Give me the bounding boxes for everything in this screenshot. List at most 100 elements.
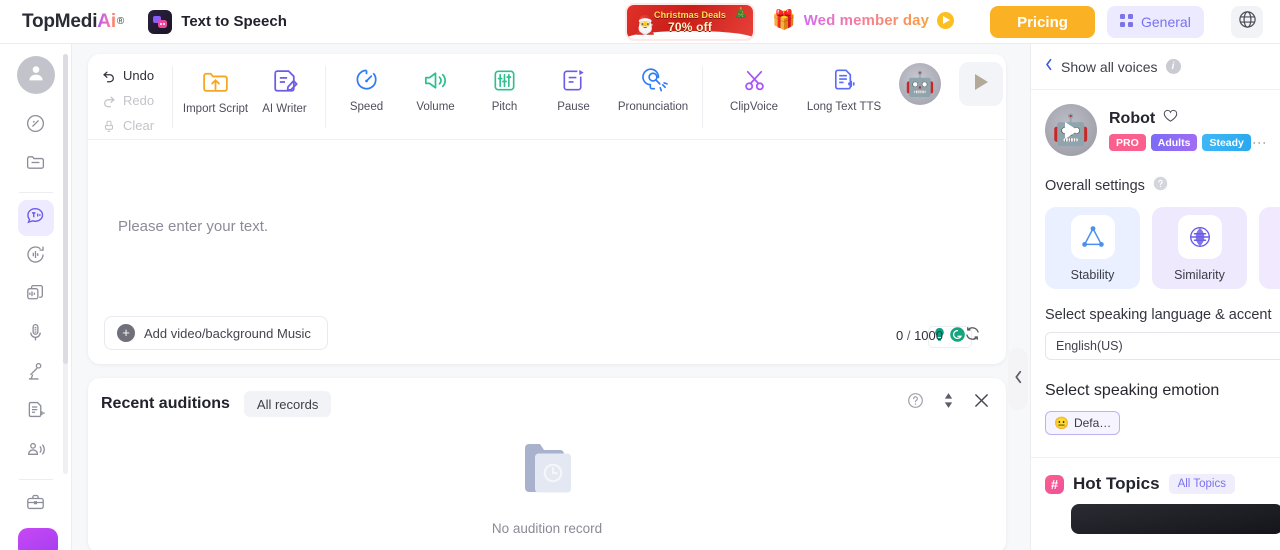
sidebar-item-text-to-speech[interactable] bbox=[17, 200, 54, 236]
history-group: Undo Redo Clear bbox=[88, 60, 172, 138]
sidebar-item-speech-translate[interactable] bbox=[18, 434, 54, 470]
language-select[interactable]: English(US) bbox=[1045, 332, 1280, 360]
redo-button[interactable]: Redo bbox=[102, 88, 172, 113]
product-name-label: Text to Speech bbox=[181, 13, 287, 30]
text-to-speech-icon bbox=[25, 205, 46, 231]
sidebar-item-voice-changer[interactable] bbox=[18, 239, 54, 275]
setting-similarity[interactable]: Similarity bbox=[1152, 207, 1247, 289]
sidebar-item-files[interactable] bbox=[18, 147, 54, 183]
tool-import-script[interactable]: Import Script bbox=[181, 60, 250, 116]
char-separator: / bbox=[906, 328, 911, 343]
editor-card: Undo Redo Clear Import Script AI Writer … bbox=[88, 54, 1006, 364]
language-label: Select speaking language & accent bbox=[1045, 307, 1272, 323]
sidebar-item-account[interactable] bbox=[16, 56, 55, 94]
tool-pronunciation-label: Pronunciation bbox=[617, 101, 689, 113]
all-records-button[interactable]: All records bbox=[243, 391, 332, 417]
hot-topics-header: # Hot Topics All Topics bbox=[1031, 458, 1280, 494]
sidebar-divider-2 bbox=[18, 479, 53, 480]
tool-volume[interactable]: Volume bbox=[401, 60, 470, 114]
undo-label: Undo bbox=[123, 68, 155, 83]
add-background-music-button[interactable]: + Add video/background Music bbox=[104, 316, 328, 350]
product-title: Text to Speech bbox=[148, 9, 287, 34]
heart-icon[interactable] bbox=[1163, 109, 1178, 128]
selected-voice-avatar[interactable]: 🤖 bbox=[899, 63, 941, 105]
info-icon[interactable]: i bbox=[1165, 59, 1181, 74]
tool-clipvoice[interactable]: ClipVoice bbox=[709, 60, 799, 114]
sidebar-item-business[interactable] bbox=[18, 487, 54, 523]
tool-speed[interactable]: Speed bbox=[332, 60, 401, 114]
tool-long-text-tts[interactable]: Long Text TTS bbox=[799, 60, 889, 114]
emotion-chip[interactable]: 😐 Defa… bbox=[1045, 411, 1121, 435]
sidebar-scrollbar[interactable] bbox=[63, 54, 68, 474]
top-bar: TopMedi Ai ® Text to Speech 🎅 🎄 Christmas … bbox=[0, 0, 1280, 44]
setting-exaggeration[interactable]: Exagg bbox=[1259, 207, 1280, 289]
tool-ai-writer-label: AI Writer bbox=[262, 103, 307, 115]
preview-play-button[interactable] bbox=[959, 62, 1003, 106]
all-topics-button[interactable]: All Topics bbox=[1168, 474, 1235, 494]
sidebar-item-voice-cloning[interactable] bbox=[18, 278, 54, 314]
hot-topic-card[interactable] bbox=[1071, 504, 1280, 534]
app-root: TopMedi Ai ® Text to Speech 🎅 🎄 Christmas … bbox=[0, 0, 1280, 550]
member-day-play-icon[interactable] bbox=[937, 11, 955, 29]
voice-name: Robot bbox=[1109, 109, 1156, 127]
tool-pause[interactable]: Pause bbox=[539, 60, 608, 114]
clear-label: Clear bbox=[123, 118, 155, 133]
tool-long-text-tts-label: Long Text TTS bbox=[806, 101, 882, 113]
right-panel: Show all voices i 🤖 Robot bbox=[1030, 44, 1280, 550]
tag-steady: Steady bbox=[1202, 134, 1251, 151]
show-all-voices-button[interactable]: Show all voices i bbox=[1031, 44, 1280, 90]
member-day-banner[interactable]: 🎁 Wed member day bbox=[772, 8, 955, 32]
emotion-emoji-icon: 😐 bbox=[1054, 416, 1069, 430]
tool-import-script-label: Import Script bbox=[182, 103, 249, 115]
tool-pitch[interactable]: Pitch bbox=[470, 60, 539, 114]
stability-triangle-icon bbox=[1070, 214, 1115, 259]
brand-name: TopMedi bbox=[22, 10, 98, 32]
tool-volume-label: Volume bbox=[416, 101, 455, 113]
sidebar-item-ai-voice-recorder[interactable] bbox=[18, 317, 54, 353]
toolbar-divider-2 bbox=[325, 66, 326, 128]
voice-tags: PRO Adults Steady ⋮ bbox=[1109, 134, 1268, 151]
tool-ai-writer[interactable]: AI Writer bbox=[250, 60, 319, 116]
compass-icon bbox=[25, 113, 46, 139]
christmas-promo-banner[interactable]: 🎅 🎄 Christmas Deals 70% off bbox=[627, 5, 753, 39]
clear-button[interactable]: Clear bbox=[102, 113, 172, 138]
overall-settings-label: Overall settings bbox=[1045, 177, 1145, 194]
toolbar-divider-3 bbox=[702, 66, 703, 128]
text-input-area[interactable]: Please enter your text. + Add video/back… bbox=[88, 140, 1006, 364]
tool-pronunciation[interactable]: Pronunciation bbox=[608, 60, 698, 114]
refresh-button[interactable] bbox=[964, 325, 981, 347]
tts-app-icon bbox=[148, 9, 173, 34]
similarity-circle-icon bbox=[1177, 214, 1222, 259]
language-globe-button[interactable] bbox=[1231, 6, 1263, 38]
sidebar-item-ai-singing[interactable] bbox=[18, 356, 54, 392]
folder-icon bbox=[25, 152, 46, 178]
panel-collapse-handle[interactable] bbox=[1008, 348, 1028, 410]
question-circle-icon[interactable] bbox=[907, 392, 924, 414]
brand-logo[interactable]: TopMedi Ai ® bbox=[22, 11, 124, 33]
tool-pause-label: Pause bbox=[557, 101, 590, 113]
character-counter: 0 / 1000 bbox=[896, 328, 943, 343]
question-circle-icon[interactable] bbox=[1153, 176, 1168, 195]
overall-settings-header: Overall settings bbox=[1031, 168, 1280, 195]
overall-settings-row: Stability Similarity bbox=[1031, 195, 1280, 289]
sidebar-promo-pill[interactable] bbox=[18, 528, 58, 550]
pricing-button[interactable]: Pricing bbox=[990, 6, 1095, 38]
sidebar-item-explore[interactable] bbox=[18, 108, 54, 144]
tree-icon: 🎄 bbox=[734, 8, 748, 20]
sort-updown-icon[interactable] bbox=[943, 392, 954, 414]
voice-avatar[interactable]: 🤖 bbox=[1045, 104, 1097, 156]
show-all-voices-label: Show all voices bbox=[1061, 58, 1158, 75]
kebab-menu-icon[interactable]: ⋮ bbox=[1252, 136, 1268, 150]
mic-stand-icon bbox=[25, 361, 46, 387]
sidebar-item-transcription[interactable] bbox=[18, 395, 54, 431]
voice-meta: Robot PRO Adults Steady ⋮ bbox=[1109, 109, 1268, 151]
redo-label: Redo bbox=[123, 93, 155, 108]
close-icon[interactable] bbox=[973, 392, 990, 414]
setting-stability[interactable]: Stability bbox=[1045, 207, 1140, 289]
undo-button[interactable]: Undo bbox=[102, 63, 172, 88]
empty-state: No audition record bbox=[88, 436, 1006, 536]
sidebar-divider-1 bbox=[18, 192, 53, 193]
globe-icon bbox=[1238, 10, 1257, 34]
hashtag-icon: # bbox=[1045, 474, 1064, 494]
general-button[interactable]: General bbox=[1107, 6, 1204, 38]
